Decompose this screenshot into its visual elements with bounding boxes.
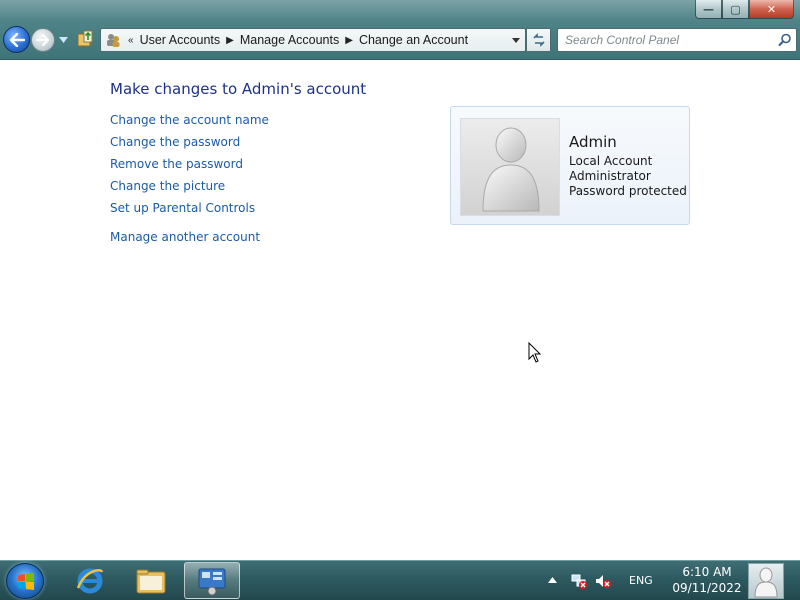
clock[interactable]: 6:10 AM 09/11/2022 [672, 565, 742, 597]
back-button[interactable] [3, 26, 30, 53]
chevron-down-icon [58, 37, 68, 43]
clock-date: 09/11/2022 [672, 581, 742, 595]
arrow-left-icon [9, 32, 25, 47]
folder-icon [136, 569, 166, 593]
user-accounts-icon [107, 34, 120, 47]
control-panel-icon [198, 568, 226, 595]
internet-explorer-button[interactable] [62, 562, 118, 599]
breadcrumb-separator-icon[interactable]: ▶ [226, 35, 234, 46]
breadcrumb-overflow-chevron[interactable]: « [128, 35, 134, 46]
change-account-name-link[interactable]: Change the account name [110, 112, 269, 134]
start-button[interactable] [6, 563, 44, 599]
manage-another-account-link[interactable]: Manage another account [110, 229, 269, 251]
internet-explorer-icon [76, 568, 104, 593]
minimize-button[interactable]: — [695, 0, 722, 19]
search-input[interactable] [565, 33, 775, 47]
taskbar: ENG 6:10 AM 09/11/2022 [0, 560, 800, 600]
window-controls: — ▢ ✕ [695, 0, 794, 20]
account-status: Password protected [569, 184, 687, 198]
search-icon[interactable] [778, 33, 792, 47]
refresh-icon [532, 33, 545, 47]
content-pane: Make changes to Admin's account Change t… [0, 61, 800, 560]
search-box[interactable] [557, 28, 797, 52]
account-card: Admin Local Account Administrator Passwo… [450, 106, 690, 225]
user-avatar-icon [754, 567, 778, 598]
close-button[interactable]: ✕ [749, 0, 794, 19]
control-panel-button[interactable] [184, 562, 240, 599]
address-bar[interactable]: « User Accounts ▶ Manage Accounts ▶ Chan… [100, 28, 526, 52]
breadcrumb-separator-icon[interactable]: ▶ [345, 35, 353, 46]
user-tray-button[interactable] [748, 563, 784, 599]
account-name: Admin [569, 133, 617, 151]
avatar [460, 118, 560, 216]
account-role: Administrator [569, 169, 651, 183]
show-hidden-icons-icon[interactable] [548, 576, 557, 584]
breadcrumb-manage-accounts[interactable]: Manage Accounts [240, 33, 339, 47]
change-picture-link[interactable]: Change the picture [110, 178, 269, 200]
address-dropdown-icon[interactable] [511, 34, 521, 46]
network-icon[interactable] [570, 573, 588, 589]
user-silhouette-icon [482, 127, 540, 212]
windows-logo-icon [18, 573, 34, 590]
volume-muted-icon[interactable] [594, 573, 612, 589]
folder-up-icon[interactable] [76, 30, 94, 48]
mouse-cursor-icon [528, 342, 542, 363]
arrow-right-icon [36, 34, 49, 46]
page-title: Make changes to Admin's account [110, 80, 367, 98]
breadcrumb-user-accounts[interactable]: User Accounts [140, 33, 221, 47]
recent-pages-dropdown[interactable] [57, 33, 69, 47]
refresh-button[interactable] [526, 28, 551, 52]
window-titlebar: — ▢ ✕ « User Accounts ▶ Manage Accounts [0, 0, 800, 60]
maximize-button[interactable]: ▢ [722, 0, 749, 19]
breadcrumb-change-account[interactable]: Change an Account [359, 33, 468, 47]
clock-time: 6:10 AM [682, 565, 732, 579]
parental-controls-link[interactable]: Set up Parental Controls [110, 200, 269, 222]
language-indicator[interactable]: ENG [629, 574, 653, 587]
windows-explorer-button[interactable] [123, 562, 179, 599]
remove-password-link[interactable]: Remove the password [110, 156, 269, 178]
task-list: Change the account name Change the passw… [110, 112, 269, 251]
change-password-link[interactable]: Change the password [110, 134, 269, 156]
account-type: Local Account [569, 154, 653, 168]
forward-button[interactable] [31, 28, 55, 52]
